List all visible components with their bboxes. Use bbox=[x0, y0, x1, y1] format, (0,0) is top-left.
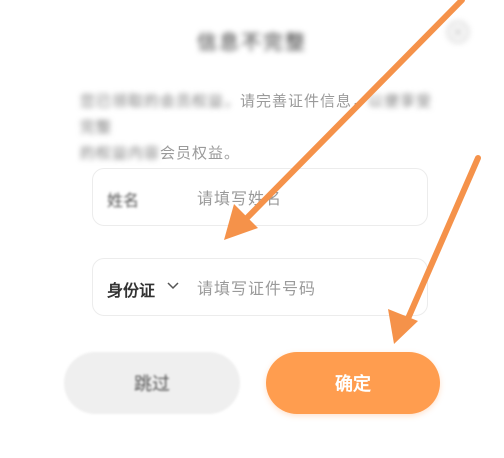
name-field-row: 姓名 bbox=[92, 168, 428, 226]
skip-button[interactable]: 跳过 bbox=[64, 352, 240, 414]
description-line2-blurred: 的权益内容 bbox=[80, 144, 161, 162]
confirm-button[interactable]: 确定 bbox=[266, 352, 440, 414]
id-number-input[interactable] bbox=[197, 275, 417, 301]
dialog-description: 您已领取的会员权益，请完善证件信息，以便享受完整 的权益内容会员权益。 bbox=[80, 88, 440, 166]
close-icon[interactable] bbox=[446, 20, 470, 44]
name-label: 姓名 bbox=[107, 191, 140, 210]
id-type-selector[interactable]: 身份证 bbox=[107, 277, 155, 301]
member-info-dialog: 信息不完整 您已领取的会员权益，请完善证件信息，以便享受完整 的权益内容会员权益… bbox=[0, 0, 504, 458]
description-line2-visible: 会员权益。 bbox=[160, 144, 241, 162]
description-visible: 请完善证件信息， bbox=[240, 92, 369, 110]
name-input[interactable] bbox=[197, 185, 417, 211]
dialog-title: 信息不完整 bbox=[197, 30, 307, 54]
id-field-row: 身份证 bbox=[92, 258, 428, 316]
chevron-down-icon[interactable] bbox=[167, 281, 179, 291]
description-prefix: 您已领取的会员权益， bbox=[80, 92, 241, 110]
